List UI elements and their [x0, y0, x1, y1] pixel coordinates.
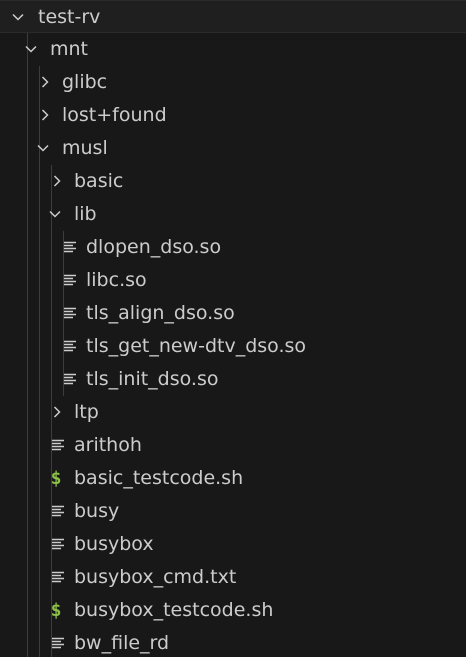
tree-file-bw-file-rd[interactable]: bw_file_rd [0, 627, 466, 657]
chevron-right-icon [38, 99, 54, 132]
file-lines-icon [50, 429, 66, 462]
tree-item-label: busybox_cmd.txt [74, 566, 237, 588]
tree-folder-glibc[interactable]: glibc [0, 66, 466, 99]
tree-item-label: lib [74, 203, 97, 225]
tree-item-label: dlopen_dso.so [86, 236, 222, 258]
chevron-right-icon [38, 66, 54, 99]
tree-item-label: busybox_testcode.sh [74, 599, 274, 621]
file-lines-icon [62, 231, 78, 264]
tree-item-label: bw_file_rd [74, 632, 170, 654]
file-lines-icon [62, 297, 78, 330]
file-explorer-tree: test-rv mnt glibc lost+found musl basic [0, 0, 466, 657]
tree-folder-lost-found[interactable]: lost+found [0, 99, 466, 132]
tree-item-label: busybox [74, 533, 154, 555]
tree-file-basic-testcode-sh[interactable]: $ basic_testcode.sh [0, 462, 466, 495]
tree-item-label: musl [62, 137, 108, 159]
tree-file-busybox[interactable]: busybox [0, 528, 466, 561]
file-lines-icon [62, 264, 78, 297]
tree-item-label: tls_get_new-dtv_dso.so [86, 335, 307, 357]
tree-item-label: busy [74, 500, 120, 522]
chevron-down-icon [11, 1, 27, 34]
file-lines-icon [50, 561, 66, 594]
file-lines-icon [50, 627, 66, 657]
tree-file-tls-init-dso[interactable]: tls_init_dso.so [0, 363, 466, 396]
tree-folder-basic[interactable]: basic [0, 165, 466, 198]
chevron-down-icon [48, 198, 64, 231]
tree-item-label: ltp [74, 401, 99, 423]
tree-folder-mnt[interactable]: mnt [0, 33, 466, 66]
tree-file-dlopen-dso[interactable]: dlopen_dso.so [0, 231, 466, 264]
file-lines-icon [62, 330, 78, 363]
chevron-down-icon [24, 33, 40, 66]
tree-folder-test-rv[interactable]: test-rv [0, 0, 466, 33]
tree-item-label: glibc [62, 71, 108, 93]
tree-item-label: basic_testcode.sh [74, 467, 244, 489]
file-lines-icon [50, 528, 66, 561]
tree-folder-lib[interactable]: lib [0, 198, 466, 231]
tree-item-label: libc.so [86, 269, 147, 291]
tree-item-label: arithoh [74, 434, 142, 456]
tree-item-label: mnt [50, 38, 88, 60]
tree-file-busybox-cmd-txt[interactable]: busybox_cmd.txt [0, 561, 466, 594]
tree-file-tls-align-dso[interactable]: tls_align_dso.so [0, 297, 466, 330]
file-lines-icon [62, 363, 78, 396]
tree-item-label: lost+found [62, 104, 167, 126]
tree-item-label: tls_init_dso.so [86, 368, 219, 390]
tree-folder-ltp[interactable]: ltp [0, 396, 466, 429]
tree-folder-musl[interactable]: musl [0, 132, 466, 165]
tree-file-libc-so[interactable]: libc.so [0, 264, 466, 297]
tree-item-label: tls_align_dso.so [86, 302, 235, 324]
tree-item-label: basic [74, 170, 124, 192]
tree-file-arithoh[interactable]: arithoh [0, 429, 466, 462]
chevron-right-icon [50, 165, 66, 198]
file-lines-icon [50, 495, 66, 528]
chevron-down-icon [36, 132, 52, 165]
tree-item-label: test-rv [38, 6, 101, 28]
shell-script-icon: $ [50, 600, 62, 621]
tree-file-busy[interactable]: busy [0, 495, 466, 528]
tree-file-busybox-testcode-sh[interactable]: $ busybox_testcode.sh [0, 594, 466, 627]
tree-file-tls-get-new-dtv-dso[interactable]: tls_get_new-dtv_dso.so [0, 330, 466, 363]
shell-script-icon: $ [50, 468, 62, 489]
chevron-right-icon [50, 396, 66, 429]
